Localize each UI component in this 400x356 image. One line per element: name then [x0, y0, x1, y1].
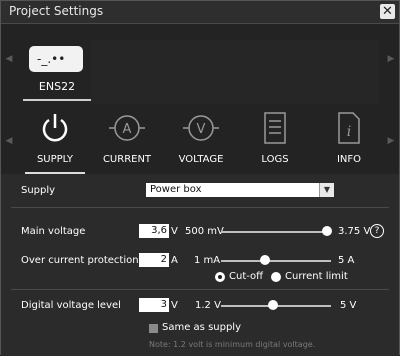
tab-supply[interactable]: SUPPLY — [25, 110, 85, 174]
device-selector[interactable]: -_.•• ENS22 — [23, 44, 91, 114]
same-as-supply-label: Same as supply — [162, 322, 242, 333]
main-voltage-max: 3.75 V — [338, 226, 371, 237]
tab-label: INFO — [336, 154, 362, 165]
device-panel — [91, 40, 379, 104]
digital-voltage-note: Note: 1.2 volt is minimum digital voltag… — [149, 340, 316, 349]
digital-voltage-input[interactable]: 3 — [139, 298, 169, 312]
nav-right-arrow-icon[interactable]: ▶ — [385, 54, 397, 64]
over-current-slider-thumb[interactable] — [260, 255, 270, 265]
nav-left-arrow-icon[interactable]: ◀ — [3, 54, 15, 64]
ammeter-icon: A — [109, 115, 145, 141]
power-icon — [42, 114, 68, 142]
divider — [11, 207, 389, 208]
info-icon: i — [338, 112, 360, 144]
window-title: Project Settings — [9, 4, 104, 18]
tab-current[interactable]: A CURRENT — [97, 110, 157, 170]
main-voltage-input[interactable]: 3,6 — [139, 224, 169, 238]
tab-label: CURRENT — [102, 154, 152, 165]
digital-voltage-unit: V — [171, 300, 178, 311]
cut-off-radio[interactable] — [215, 272, 225, 282]
over-current-min: 1 mA — [194, 255, 221, 266]
main-voltage-slider-thumb[interactable] — [321, 226, 332, 236]
supply-label: Supply — [21, 185, 56, 196]
tabs-scroll-right-icon[interactable]: ▶ — [385, 136, 397, 146]
device-name: ENS22 — [38, 80, 76, 93]
tabs-scroll-left-icon[interactable]: ◀ — [3, 136, 15, 146]
supply-settings-panel: Supply Power box ▼ Main voltage 3,6 V 50… — [1, 174, 399, 356]
digital-voltage-slider-thumb[interactable] — [267, 300, 278, 310]
over-current-max: 5 A — [338, 255, 355, 266]
device-display-text: -_.•• — [37, 52, 66, 66]
tab-label: SUPPLY — [36, 154, 74, 165]
main-voltage-unit: V — [171, 226, 178, 237]
same-as-supply-checkbox[interactable] — [149, 324, 158, 333]
main-voltage-slider-track[interactable] — [221, 231, 331, 233]
main-voltage-min: 500 mV — [185, 226, 224, 237]
over-current-slider-track[interactable] — [221, 260, 331, 262]
title-bar: Project Settings ✕ — [1, 1, 399, 24]
document-icon — [264, 112, 286, 144]
svg-text:i: i — [347, 124, 351, 140]
close-icon[interactable]: ✕ — [380, 4, 395, 19]
digital-voltage-max: 5 V — [340, 300, 357, 311]
over-current-input[interactable]: 2 — [139, 253, 169, 267]
device-icon: -_.•• — [29, 46, 83, 72]
digital-voltage-min: 1.2 V — [195, 300, 221, 311]
tab-label: LOGS — [261, 154, 289, 165]
help-icon[interactable]: ? — [370, 224, 384, 238]
device-selected-underline — [23, 99, 91, 101]
project-settings-window: Project Settings ✕ ◀ ▶ ◀ ▶ -_.•• ENS22 S… — [0, 0, 400, 356]
voltmeter-icon: V — [183, 115, 219, 141]
cut-off-label: Cut-off — [229, 271, 264, 282]
over-current-label: Over current protection — [21, 255, 139, 266]
svg-text:V: V — [197, 122, 206, 137]
tab-info[interactable]: i INFO — [319, 110, 379, 170]
tabs-area: ◀ ▶ ◀ ▶ -_.•• ENS22 SUPPLY A CURRENT V V… — [1, 24, 399, 174]
main-voltage-label: Main voltage — [21, 226, 86, 237]
supply-select[interactable]: Power box ▼ — [146, 183, 334, 197]
over-current-unit: A — [171, 255, 178, 266]
tab-logs[interactable]: LOGS — [245, 110, 305, 170]
current-limit-radio[interactable] — [271, 272, 281, 282]
divider — [11, 289, 389, 290]
chevron-down-icon: ▼ — [319, 183, 334, 197]
current-limit-label: Current limit — [285, 271, 348, 282]
tab-label: VOLTAGE — [178, 154, 224, 165]
tab-voltage[interactable]: V VOLTAGE — [171, 110, 231, 170]
svg-text:A: A — [123, 122, 132, 137]
supply-select-value: Power box — [150, 184, 202, 195]
digital-voltage-label: Digital voltage level — [21, 300, 121, 311]
